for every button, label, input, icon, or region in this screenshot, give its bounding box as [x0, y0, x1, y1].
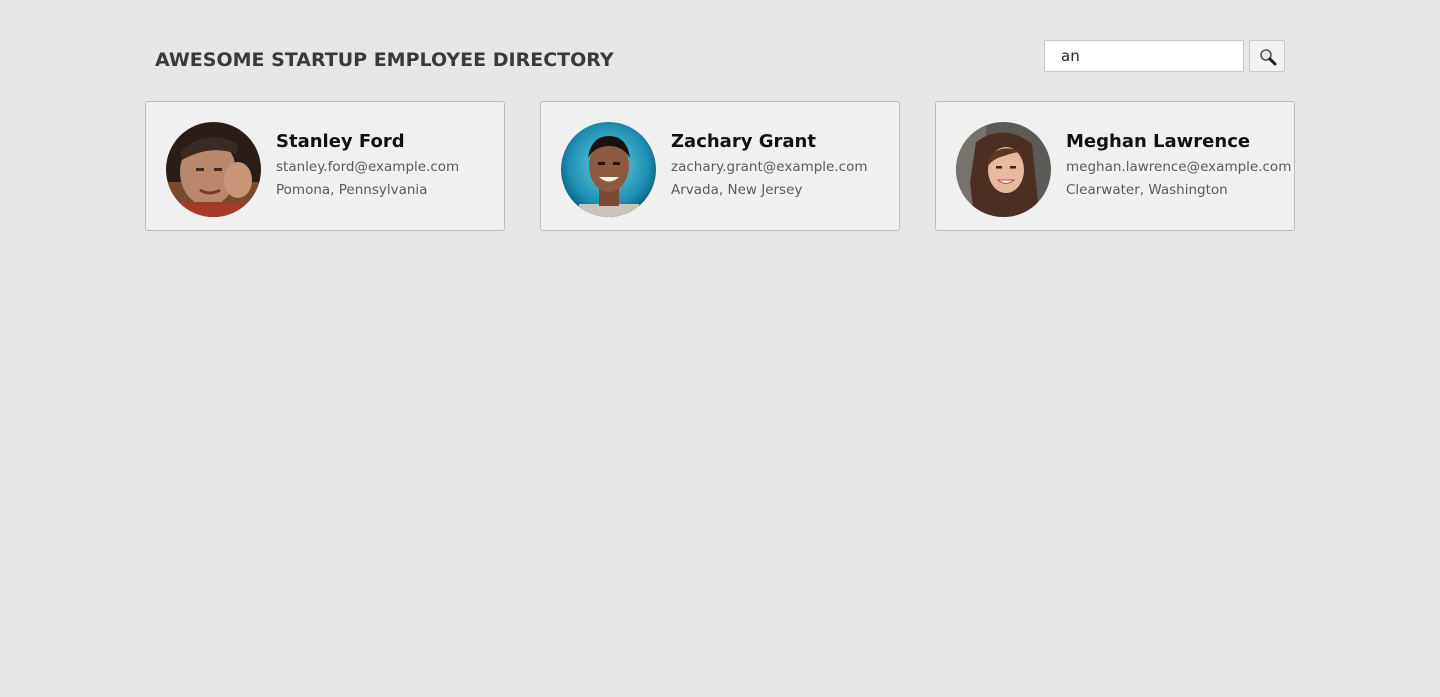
employee-card[interactable]: Zachary Grant zachary.grant@example.com … [540, 101, 900, 231]
employee-location: Arvada, New Jersey [671, 182, 803, 198]
employee-email: zachary.grant@example.com [671, 159, 868, 175]
directory-page: AWESOME STARTUP EMPLOYEE DIRECTORY an St… [0, 0, 1440, 697]
avatar [561, 122, 656, 217]
avatar [956, 122, 1051, 217]
search-input[interactable] [1044, 40, 1244, 72]
employee-card[interactable]: Meghan Lawrence meghan.lawrence@example.… [935, 101, 1295, 231]
search-button[interactable] [1249, 40, 1285, 72]
employee-name: Stanley Ford [276, 131, 405, 152]
employee-location: Clearwater, Washington [1066, 182, 1228, 198]
page-title: AWESOME STARTUP EMPLOYEE DIRECTORY [155, 49, 614, 71]
employee-email: stanley.ford@example.com [276, 159, 460, 175]
employee-name: Zachary Grant [671, 131, 816, 152]
employee-email: meghan.lawrence@example.com [1066, 159, 1292, 175]
employee-location: Pomona, Pennsylvania [276, 182, 428, 198]
employee-name: Meghan Lawrence [1066, 131, 1251, 152]
avatar [166, 122, 261, 217]
employee-card[interactable]: Stanley Ford stanley.ford@example.com Po… [145, 101, 505, 231]
magnifier-icon [1260, 49, 1277, 66]
